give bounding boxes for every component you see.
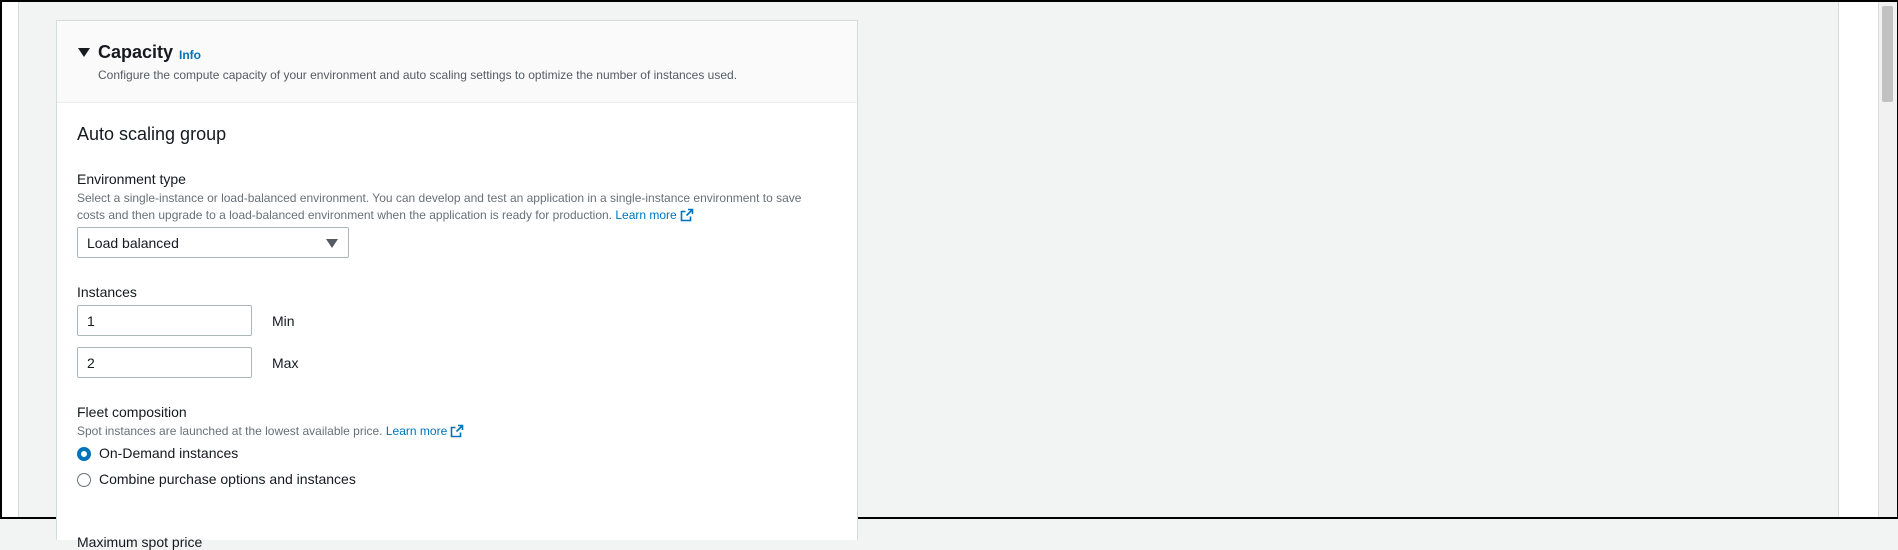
environment-type-selected-value: Load balanced [87, 235, 179, 251]
instances-max-input[interactable] [77, 347, 252, 378]
instances-min-input[interactable] [77, 305, 252, 336]
scrollbar-thumb[interactable] [1882, 6, 1893, 102]
on-demand-radio[interactable] [77, 447, 91, 461]
instances-min-label: Min [272, 313, 295, 329]
environment-type-description-line2-wrap: costs and then upgrade to a load-balance… [77, 207, 801, 224]
environment-type-label: Environment type [77, 171, 186, 187]
left-gutter [2, 2, 19, 517]
environment-type-learn-more-link[interactable]: Learn more [615, 208, 676, 222]
capacity-panel: Capacity Info Configure the compute capa… [56, 20, 858, 550]
right-gutter [1838, 2, 1879, 517]
capacity-title[interactable]: Capacity [98, 42, 173, 63]
combine-purchase-radio-label[interactable]: Combine purchase options and instances [99, 471, 356, 487]
triangle-down-icon [326, 239, 338, 248]
on-demand-radio-label[interactable]: On-Demand instances [99, 445, 238, 461]
instances-label: Instances [77, 284, 137, 300]
external-link-icon[interactable] [450, 424, 464, 438]
caret-down-icon[interactable] [78, 48, 90, 57]
environment-type-description-line2: costs and then upgrade to a load-balance… [77, 208, 613, 222]
fleet-composition-description-wrap: Spot instances are launched at the lowes… [77, 423, 464, 440]
environment-type-description-line1: Select a single-instance or load-balance… [77, 191, 802, 205]
capacity-panel-header[interactable]: Capacity Info Configure the compute capa… [57, 21, 857, 103]
environment-type-select[interactable]: Load balanced [77, 227, 349, 258]
fleet-composition-label: Fleet composition [77, 404, 187, 420]
fleet-composition-learn-more-link[interactable]: Learn more [386, 424, 447, 438]
vertical-scrollbar[interactable] [1878, 2, 1897, 517]
info-link[interactable]: Info [179, 48, 201, 62]
external-link-icon[interactable] [680, 208, 694, 222]
auto-scaling-group-title: Auto scaling group [77, 124, 227, 144]
capacity-description: Configure the compute capacity of your e… [98, 68, 738, 82]
instances-max-label: Max [272, 355, 299, 371]
environment-type-description: Select a single-instance or load-balance… [77, 190, 801, 224]
maximum-spot-price-label: Maximum spot price [77, 534, 203, 550]
fleet-composition-description: Spot instances are launched at the lowes… [77, 424, 383, 438]
combine-purchase-radio[interactable] [77, 473, 91, 487]
